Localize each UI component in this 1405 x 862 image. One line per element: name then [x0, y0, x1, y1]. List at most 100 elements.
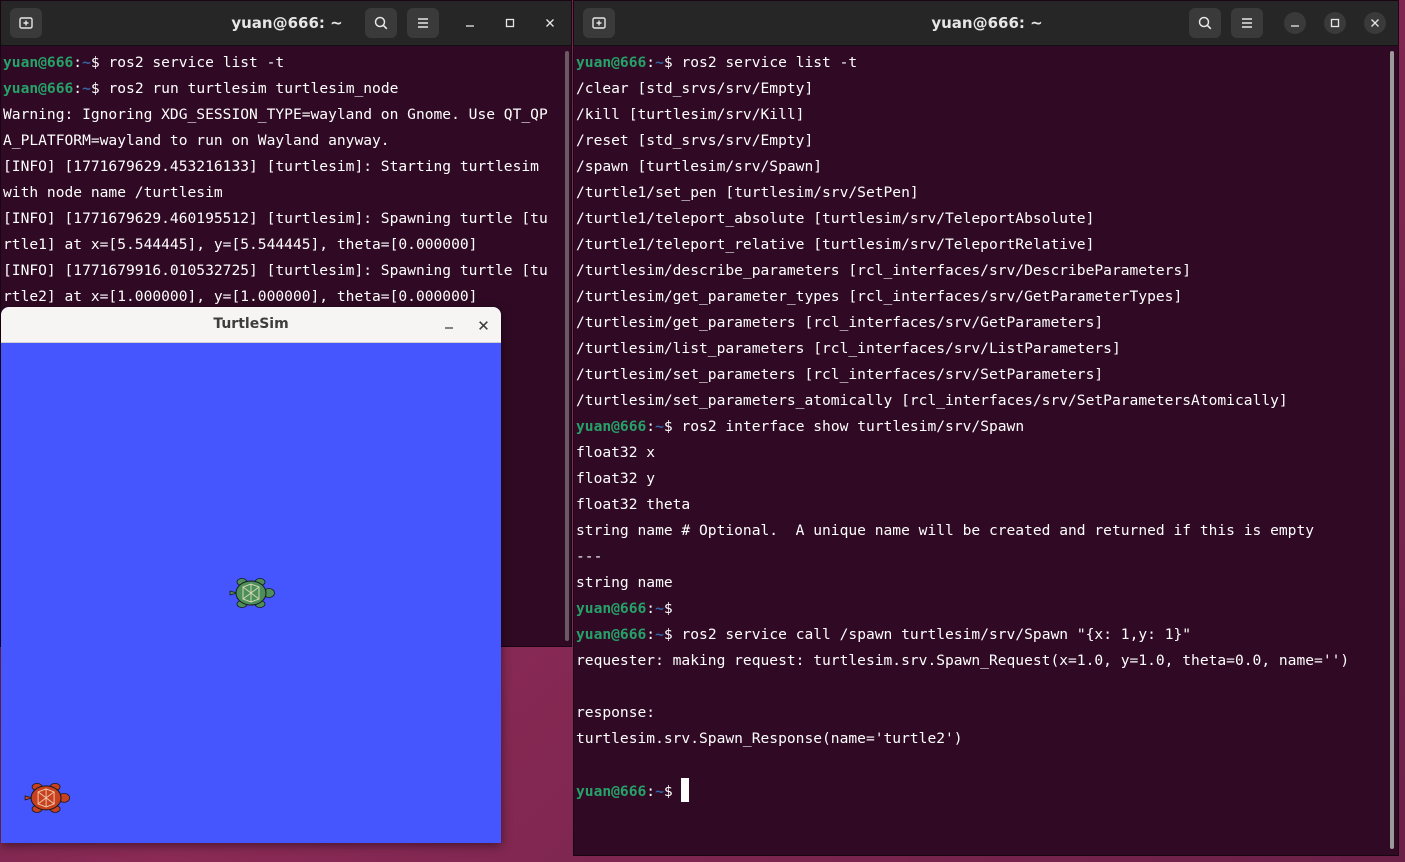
turtlesim-canvas	[24, 578, 275, 813]
minimize-button[interactable]	[459, 12, 481, 34]
turtlesim-close-button[interactable]	[473, 315, 493, 335]
output-line: rtle1] at x=[5.544445], y=[5.544445], th…	[3, 236, 478, 253]
turtlesim-title: TurtleSim	[213, 316, 289, 332]
output-line: /turtlesim/describe_parameters [rcl_inte…	[576, 262, 1192, 279]
prompt-symbol: $	[90, 54, 109, 71]
output-line: [INFO] [1771679629.460195512] [turtlesim…	[3, 210, 548, 227]
menu-button[interactable]	[407, 8, 439, 38]
search-icon	[374, 16, 388, 30]
prompt-separator: :	[73, 54, 83, 71]
close-button[interactable]	[539, 12, 561, 34]
turtlesim-window[interactable]: TurtleSim	[1, 307, 501, 843]
text-cursor	[681, 778, 690, 802]
prompt-path: ~	[655, 783, 664, 800]
command-text: ros2 interface show turtlesim/srv/Spawn	[681, 418, 1025, 435]
prompt-symbol: $	[663, 54, 682, 71]
output-line: /turtlesim/list_parameters [rcl_interfac…	[576, 340, 1121, 357]
prompt-user: yuan@666	[576, 626, 647, 643]
close-icon	[478, 320, 488, 330]
right-terminal-output[interactable]: yuan@666:~$ ros2 service list -t/clear […	[576, 50, 1384, 804]
output-line: float32 theta	[576, 496, 691, 513]
right-terminal-scrollbar[interactable]	[1390, 51, 1394, 849]
output-line: response:	[576, 704, 656, 721]
minimize-button[interactable]	[1284, 12, 1306, 34]
prompt-user: yuan@666	[576, 600, 647, 617]
prompt-symbol: $	[663, 626, 682, 643]
maximize-button[interactable]	[1324, 12, 1346, 34]
hamburger-menu-icon	[418, 18, 428, 28]
turtlesim-minimize-button[interactable]	[439, 315, 459, 335]
command-text: ros2 run turtlesim turtlesim_node	[108, 80, 399, 97]
prompt-separator: :	[73, 80, 83, 97]
prompt-user: yuan@666	[576, 783, 647, 800]
prompt-separator: :	[646, 626, 656, 643]
close-button[interactable]	[1364, 12, 1386, 34]
search-button[interactable]	[365, 8, 397, 38]
prompt-line: yuan@666:~$ ros2 service list -t	[576, 50, 1384, 76]
prompt-separator: :	[646, 600, 656, 617]
prompt-user: yuan@666	[3, 80, 74, 97]
minimize-icon	[1291, 25, 1299, 27]
turtlesim-titlebar[interactable]: TurtleSim	[1, 307, 501, 343]
output-line: /turtlesim/set_parameters_atomically [rc…	[576, 392, 1288, 409]
minimize-icon	[445, 327, 453, 329]
output-line: [INFO] [1771679916.010532725] [turtlesim…	[3, 262, 548, 279]
left-terminal-title: yuan@666: ~	[231, 14, 343, 32]
output-line: A_PLATFORM=wayland to run on Wayland any…	[3, 132, 390, 149]
close-icon	[1371, 19, 1379, 27]
output-line: Warning: Ignoring XDG_SESSION_TYPE=wayla…	[3, 106, 548, 123]
right-terminal-title: yuan@666: ~	[931, 14, 1043, 32]
prompt-user: yuan@666	[576, 418, 647, 435]
prompt-path: ~	[655, 54, 664, 71]
search-button[interactable]	[1189, 8, 1221, 38]
turtle-turtle2	[24, 783, 70, 813]
output-line: with node name /turtlesim	[3, 184, 223, 201]
prompt-line: yuan@666:~$	[576, 778, 1384, 804]
output-line: /turtlesim/get_parameters [rcl_interface…	[576, 314, 1104, 331]
search-icon	[1198, 16, 1212, 30]
menu-button[interactable]	[1231, 8, 1263, 38]
command-text: ros2 service list -t	[108, 54, 285, 71]
output-line: turtlesim.srv.Spawn_Response(name='turtl…	[576, 730, 963, 747]
prompt-path: ~	[82, 54, 91, 71]
prompt-line: yuan@666:~$ ros2 service list -t	[3, 50, 557, 76]
left-terminal-titlebar[interactable]: yuan@666: ~	[1, 1, 571, 46]
output-line: /turtle1/teleport_absolute [turtlesim/sr…	[576, 210, 1095, 227]
prompt-line: yuan@666:~$ ros2 interface show turtlesi…	[576, 414, 1384, 440]
output-line: /reset [std_srvs/srv/Empty]	[576, 132, 814, 149]
minimize-icon	[466, 25, 474, 27]
prompt-path: ~	[655, 418, 664, 435]
right-terminal-window[interactable]: yuan@666: ~ yuan@666:~$ ros2 service lis…	[573, 0, 1399, 856]
close-icon	[546, 19, 554, 27]
output-line: string name	[576, 574, 673, 591]
prompt-user: yuan@666	[3, 54, 74, 71]
prompt-path: ~	[82, 80, 91, 97]
maximize-button[interactable]	[499, 12, 521, 34]
prompt-symbol: $	[90, 80, 109, 97]
output-line: [INFO] [1771679629.453216133] [turtlesim…	[3, 158, 539, 175]
left-terminal-output[interactable]: yuan@666:~$ ros2 service list -t yuan@666…	[3, 50, 557, 310]
prompt-symbol: $	[663, 600, 682, 617]
left-terminal-scrollbar[interactable]	[565, 51, 569, 641]
right-terminal-titlebar[interactable]: yuan@666: ~	[574, 1, 1398, 46]
command-text: ros2 service call /spawn turtlesim/srv/S…	[681, 626, 1192, 643]
prompt-path: ~	[655, 626, 664, 643]
prompt-separator: :	[646, 54, 656, 71]
output-line: /turtlesim/set_parameters [rcl_interface…	[576, 366, 1104, 383]
prompt-separator: :	[646, 418, 656, 435]
prompt-user: yuan@666	[576, 54, 647, 71]
output-line: requester: making request: turtlesim.srv…	[576, 652, 1350, 669]
output-line: string name # Optional. A unique name wi…	[576, 522, 1315, 539]
prompt-line: yuan@666:~$	[576, 596, 1384, 622]
hamburger-menu-icon	[1242, 18, 1252, 28]
output-line: /turtlesim/get_parameter_types [rcl_inte…	[576, 288, 1183, 305]
turtle-turtle1	[229, 578, 275, 608]
maximize-icon	[1330, 18, 1340, 28]
prompt-path: ~	[655, 600, 664, 617]
prompt-line: yuan@666:~$ ros2 service call /spawn tur…	[576, 622, 1384, 648]
output-line: /kill [turtlesim/srv/Kill]	[576, 106, 805, 123]
output-line: /clear [std_srvs/srv/Empty]	[576, 80, 814, 97]
output-line: /turtle1/set_pen [turtlesim/srv/SetPen]	[576, 184, 919, 201]
